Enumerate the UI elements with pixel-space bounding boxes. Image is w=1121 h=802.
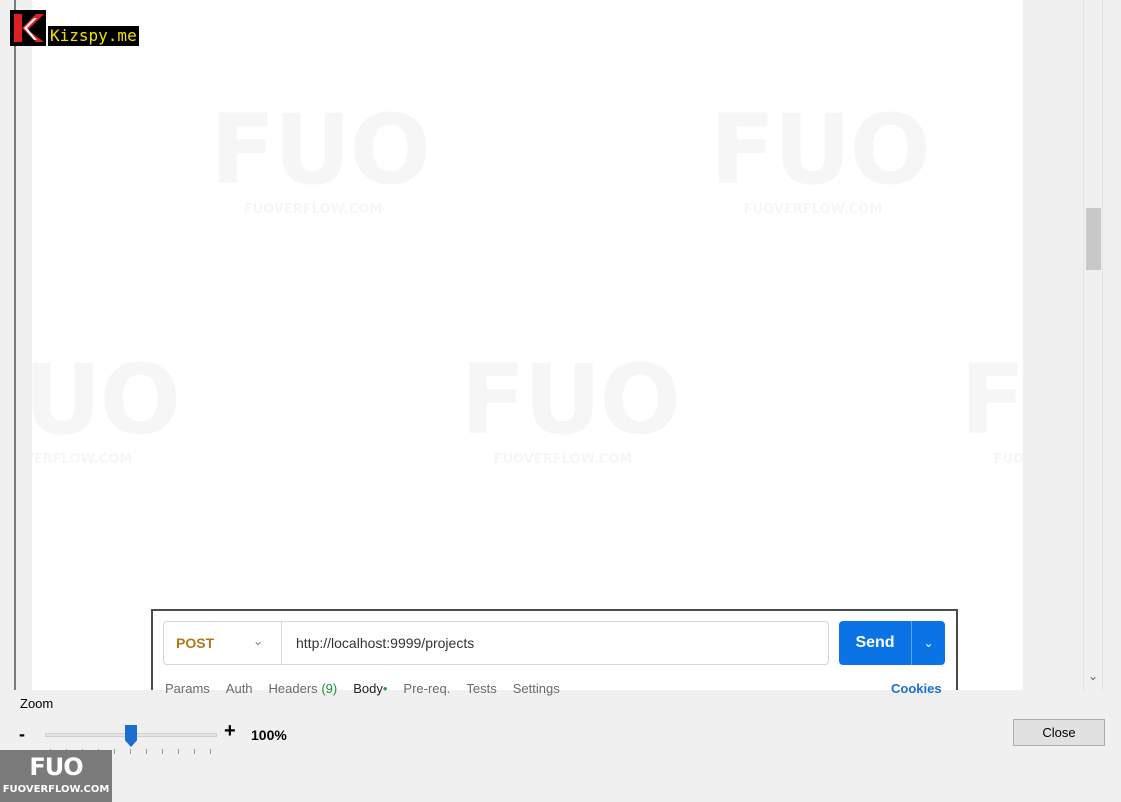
window-edge	[1103, 0, 1121, 690]
watermark: FUO FUOVERFLOW.COM	[210, 100, 416, 240]
tab-pre-request: Pre-req.	[403, 681, 451, 696]
url-field: http://localhost:9999/projects	[296, 635, 475, 651]
chevron-down-icon: ⌄	[923, 636, 934, 650]
zoom-plus-icon: +	[224, 720, 236, 742]
fuo-corner-badge: FUO FUOVERFLOW.COM	[0, 750, 112, 802]
zoom-minus-icon: -	[19, 724, 25, 744]
method-select: POST ⌄	[164, 622, 282, 664]
tab-body: Body•	[353, 681, 387, 701]
request-tabs: Params Auth Headers (9) Body• Pre-req. T…	[165, 681, 560, 701]
watermark: FUO FUOVERFLOW.COM	[710, 100, 916, 240]
vertical-scrollbar[interactable]: ⌄	[1083, 0, 1103, 690]
scroll-down-icon[interactable]: ⌄	[1084, 667, 1102, 685]
watermark-logo: FUO	[710, 100, 916, 200]
scrollbar-thumb[interactable]	[1086, 208, 1101, 270]
kizspy-text: Kizspy.me	[48, 26, 139, 46]
watermark: FUO FUOVERFLOW.COM	[32, 350, 166, 490]
tab-tests: Tests	[466, 681, 497, 696]
tab-body-label: Body	[353, 681, 383, 696]
k-logo-icon	[10, 10, 46, 46]
left-border	[14, 0, 16, 690]
chevron-down-icon: ⌄	[252, 634, 263, 648]
tab-settings: Settings	[512, 681, 560, 696]
right-gutter	[1023, 0, 1083, 690]
fuo-site: FUOVERFLOW.COM	[2, 784, 110, 795]
fuo-logo: FUO	[29, 753, 83, 781]
image-viewer: FUO FUOVERFLOW.COM FUO FUOVERFLOW.COM FU…	[0, 0, 1121, 696]
method-label: POST	[176, 635, 215, 651]
tab-headers-label: Headers	[268, 681, 318, 696]
image-canvas: FUO FUOVERFLOW.COM FUO FUOVERFLOW.COM FU…	[32, 0, 1023, 690]
watermark-logo: FUO	[32, 350, 166, 450]
watermark: FUO FUOVERFLOW.COM	[960, 350, 1023, 490]
watermark-logo: FUO	[460, 350, 666, 450]
request-panel-image: POST ⌄ http://localhost:9999/projects Se…	[151, 609, 958, 696]
zoom-label: Zoom	[20, 696, 54, 711]
tab-params: Params	[165, 681, 210, 696]
tab-auth: Auth	[225, 681, 253, 696]
tab-headers: Headers (9)	[269, 681, 338, 701]
watermark-logo: FUO	[960, 350, 1023, 450]
close-button[interactable]: Close	[1013, 719, 1105, 746]
send-button: Send ⌄	[839, 621, 945, 665]
kizspy-badge: Kizspy.me	[10, 10, 139, 46]
zoom-slider-thumb[interactable]	[125, 725, 137, 747]
body-indicator: •	[382, 681, 388, 696]
watermark: FUO FUOVERFLOW.COM	[460, 350, 666, 490]
cookies-link: Cookies	[891, 681, 942, 696]
send-label: Send	[855, 634, 895, 651]
request-url-row: POST ⌄ http://localhost:9999/projects	[163, 621, 829, 665]
watermark-logo: FUO	[210, 100, 416, 200]
headers-count: (9)	[321, 681, 338, 696]
zoom-value: 100%	[251, 727, 287, 743]
